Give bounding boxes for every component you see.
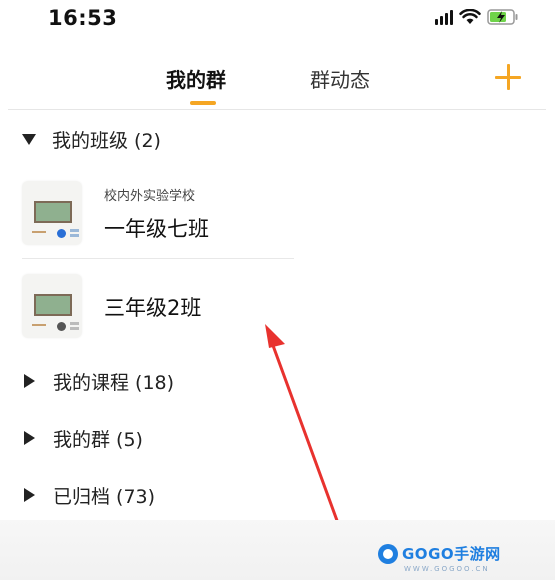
status-time: 16:53 — [48, 6, 118, 30]
section-my-courses[interactable]: 我的课程 (18) — [22, 366, 174, 396]
battery-charging-icon — [487, 9, 519, 25]
item-divider — [22, 258, 294, 259]
plus-icon[interactable] — [495, 64, 521, 90]
class-name: 三年级2班 — [104, 296, 202, 320]
class-thumbnail — [22, 181, 82, 245]
triangle-right-icon — [24, 431, 35, 445]
section-my-classes[interactable]: 我的班级 (2) — [22, 124, 161, 154]
red-arrow-annotation — [265, 324, 341, 528]
status-bar: 16:53 — [0, 0, 555, 40]
section-label: 我的班级 (2) — [52, 129, 161, 152]
status-icons — [435, 9, 519, 25]
tabs-bar: 我的群 群动态 — [0, 48, 555, 108]
section-archived[interactable]: 已归档 (73) — [22, 480, 155, 510]
wifi-icon — [459, 9, 481, 25]
watermark-text: GOGO手游网 — [402, 545, 501, 563]
watermark: GOGO手游网 — [378, 543, 501, 564]
triangle-down-icon — [22, 133, 36, 145]
triangle-right-icon — [24, 374, 35, 388]
class-thumbnail — [22, 274, 82, 338]
watermark-sub: WWW.GOGOO.CN — [404, 565, 490, 573]
class-name: 一年级七班 — [104, 217, 209, 241]
header-divider — [8, 109, 546, 110]
watermark-logo-icon — [378, 543, 398, 564]
triangle-right-icon — [24, 488, 35, 502]
section-label: 已归档 (73) — [53, 485, 156, 508]
section-my-groups[interactable]: 我的群 (5) — [22, 423, 143, 453]
tab-group-activity[interactable]: 群动态 — [310, 64, 370, 93]
section-label: 我的群 (5) — [53, 428, 143, 451]
tab-my-groups[interactable]: 我的群 — [166, 64, 226, 93]
class-item[interactable]: 校内外实验学校 一年级七班 — [22, 181, 322, 247]
section-label: 我的课程 (18) — [53, 371, 175, 394]
class-school: 校内外实验学校 — [104, 189, 196, 204]
signal-icon — [435, 9, 453, 25]
active-tab-indicator — [190, 101, 216, 105]
